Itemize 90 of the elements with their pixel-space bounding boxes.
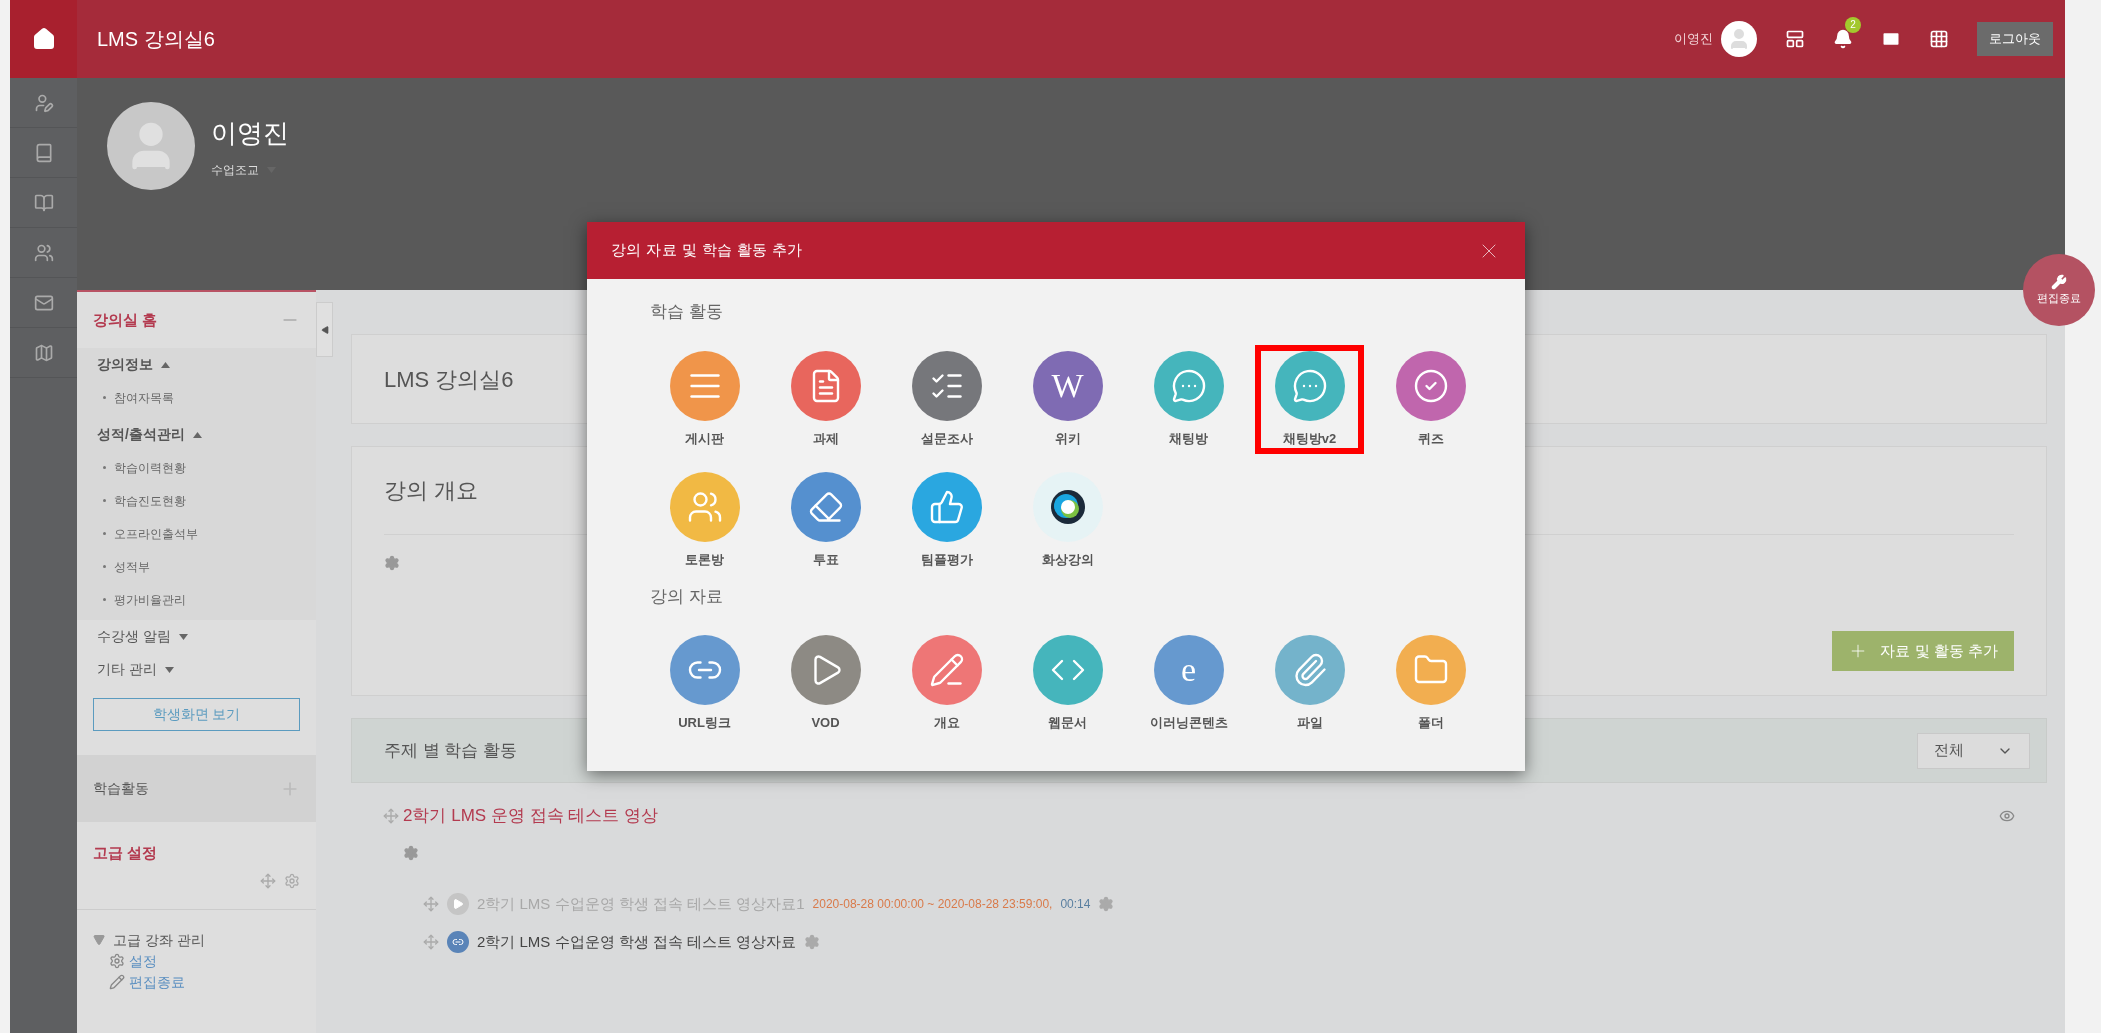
left-triangle-icon	[320, 325, 329, 334]
activity-type-button[interactable]: W 위키	[1013, 344, 1122, 454]
filter-select[interactable]: 전체	[1917, 732, 2030, 769]
sidebar-link[interactable]: 참여자목록	[114, 388, 174, 407]
topics-title: 주제 별 학습 활동	[384, 739, 518, 762]
activity-duration: 00:14	[1060, 895, 1091, 913]
apps-grid-icon[interactable]	[1929, 29, 1949, 49]
sidebar-link[interactable]: 학습이력현황	[114, 458, 186, 477]
wrench-icon	[2051, 273, 2067, 290]
link-icon	[447, 931, 469, 954]
move-icon[interactable]	[423, 895, 439, 912]
eraser-icon	[807, 489, 844, 525]
expand-triangle-icon[interactable]	[93, 934, 105, 946]
play-icon	[447, 892, 469, 915]
sidebar-toggle[interactable]	[316, 302, 333, 357]
chat-bubble-icon	[1170, 367, 1207, 404]
chat-bubble-icon	[1291, 367, 1328, 404]
open-book-icon	[33, 192, 54, 213]
settings-icon[interactable]	[384, 555, 400, 571]
letter-logo: W	[1051, 368, 1084, 403]
activity-dates: 2020-08-28 00:00:00 ~ 2020-08-28 23:59:00,	[812, 895, 1053, 913]
caret-up-icon	[192, 431, 202, 438]
settings-icon[interactable]	[284, 872, 300, 889]
settings-icon[interactable]	[804, 934, 821, 951]
pencil-icon	[928, 652, 965, 688]
activity-type-button[interactable]: 파일	[1255, 629, 1364, 739]
profile-name: 이영진	[211, 117, 289, 150]
activity-type-button[interactable]: 투표	[771, 466, 880, 576]
section-title: 학습 활동	[649, 301, 724, 323]
activity-type-button[interactable]: 팀플평가	[892, 466, 1001, 576]
sidebar-group[interactable]: 수강생 알림	[77, 620, 316, 653]
home-button[interactable]	[10, 0, 77, 78]
activity-type-button[interactable]: 퀴즈	[1376, 344, 1485, 454]
course-title: LMS 강의실6	[97, 27, 215, 52]
activity-type-button[interactable]: 폴더	[1376, 629, 1485, 739]
overview-title: 강의 개요	[384, 477, 479, 505]
bell-icon[interactable]	[1833, 29, 1853, 49]
check-circle-icon	[1412, 367, 1449, 404]
activity-type-button[interactable]: 웹문서	[1013, 629, 1122, 739]
edit-end-button[interactable]: 편집종료	[2023, 254, 2095, 326]
dialog-title: 강의 자료 및 학습 활동 추가	[611, 240, 803, 261]
gear-icon	[109, 953, 125, 969]
pencil-icon	[109, 974, 125, 990]
sidebar-link[interactable]: 평가비율관리	[114, 590, 186, 609]
activity-type-button[interactable]: URL링크	[650, 629, 759, 739]
people-icon	[686, 489, 723, 525]
advanced-settings-title: 고급 설정	[93, 843, 159, 863]
caret-down-icon	[178, 633, 188, 640]
move-icon[interactable]	[260, 872, 276, 889]
activity-type-button[interactable]: 화상강의	[1013, 466, 1122, 576]
activities-block-title: 학습활동	[93, 779, 149, 798]
people-icon	[33, 242, 54, 263]
sidebar-group[interactable]: 기타 관리	[77, 653, 316, 686]
activity-title[interactable]: 2학기 LMS 수업운영 학생 접속 테스트 영상자료	[477, 931, 797, 954]
course-card-title: LMS 강의실6	[384, 365, 514, 394]
activity-type-button[interactable]: 게시판	[650, 344, 759, 454]
activity-type-button[interactable]: VOD	[771, 629, 880, 739]
settings-icon[interactable]	[1098, 895, 1115, 912]
activity-type-button[interactable]: 설문조사	[892, 344, 1001, 454]
activity-type-button[interactable]: 개요	[892, 629, 1001, 739]
activity-type-button[interactable]: 채팅방	[1134, 344, 1243, 454]
map-icon	[33, 342, 54, 363]
logout-button[interactable]: 로그아웃	[1977, 22, 2053, 56]
sidebar-link[interactable]: 학습진도현황	[114, 491, 186, 510]
sidebar-group[interactable]: 성적/출석관리	[77, 418, 316, 451]
home-icon	[31, 27, 56, 51]
tree-title[interactable]: 고급 강좌 관리	[113, 929, 205, 951]
activity-type-button[interactable]: 채팅방v2	[1255, 344, 1364, 454]
sidebar-link[interactable]: 성적부	[114, 557, 150, 576]
layout-icon[interactable]	[1785, 29, 1805, 49]
thumbs-up-icon	[928, 489, 965, 525]
activity-type-button[interactable]: 과제	[771, 344, 880, 454]
topic-title[interactable]: 2학기 LMS 운영 접속 테스트 영상	[403, 803, 659, 829]
user-edit-icon	[33, 92, 54, 113]
caret-up-icon	[161, 361, 170, 368]
user-name: 이영진	[1674, 30, 1713, 49]
sidebar-home-title[interactable]: 강의실 홈	[93, 308, 158, 332]
notification-badge: 2	[1845, 17, 1861, 33]
move-icon[interactable]	[383, 807, 399, 824]
letter-logo: e	[1180, 653, 1197, 687]
section-title: 강의 자료	[649, 585, 724, 608]
sidebar-link[interactable]: 오프라인출석부	[114, 524, 198, 543]
role-dropdown[interactable]: 수업조교	[211, 161, 289, 179]
move-icon[interactable]	[423, 934, 439, 951]
caret-down-icon	[164, 666, 174, 673]
activity-type-button[interactable]: e 이러닝콘텐츠	[1134, 629, 1243, 739]
avatar[interactable]	[1721, 21, 1757, 57]
sidebar-group[interactable]: 강의정보	[77, 348, 316, 381]
settings-icon[interactable]	[403, 844, 419, 861]
activity-type-button[interactable]: 토론방	[650, 466, 759, 576]
